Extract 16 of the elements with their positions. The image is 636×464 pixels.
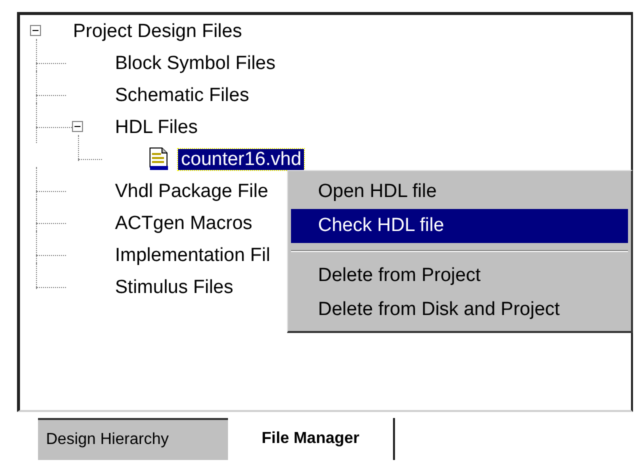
- tree-item[interactable]: Vhdl Package File: [112, 180, 272, 202]
- menu-item[interactable]: Open HDL file: [291, 175, 628, 209]
- menu-item[interactable]: Delete from Project: [291, 259, 628, 293]
- tree-item[interactable]: Schematic Files: [112, 84, 252, 106]
- tree-item[interactable]: ACTgen Macros: [112, 212, 256, 234]
- menu-item[interactable]: Check HDL file: [291, 209, 628, 243]
- tree-item[interactable]: counter16.vhd: [178, 148, 304, 170]
- document-icon: [148, 147, 170, 171]
- menu-item[interactable]: Delete from Disk and Project: [291, 293, 628, 327]
- tree-item[interactable]: HDL Files: [112, 116, 201, 138]
- collapse-icon[interactable]: [72, 121, 83, 132]
- tree-item[interactable]: Project Design Files: [70, 20, 245, 42]
- tree-item[interactable]: Implementation Fil: [112, 244, 274, 266]
- collapse-icon[interactable]: [30, 25, 41, 36]
- tree-item[interactable]: Stimulus Files: [112, 276, 236, 298]
- tree-item[interactable]: Block Symbol Files: [112, 52, 278, 74]
